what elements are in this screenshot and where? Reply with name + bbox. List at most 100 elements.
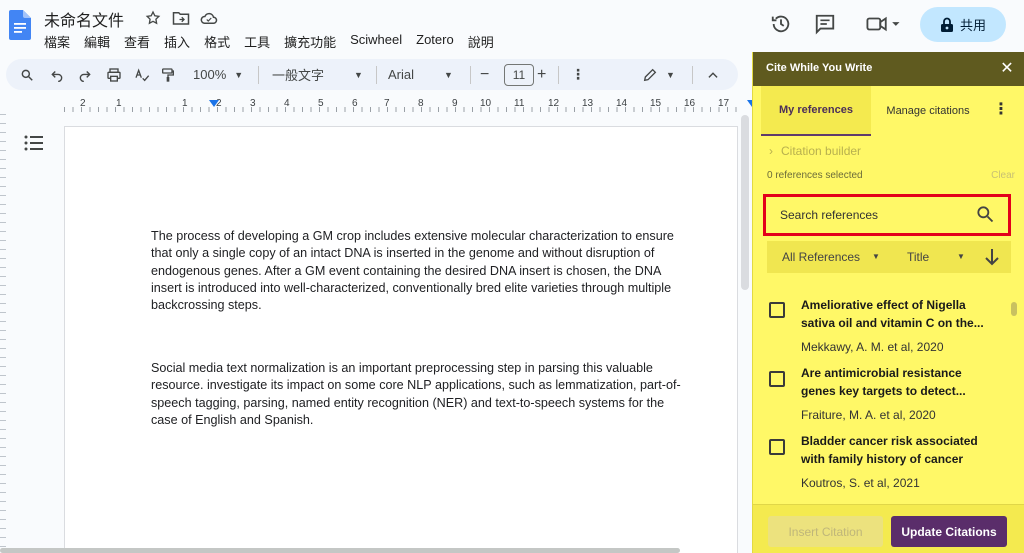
cloud-status-icon[interactable] bbox=[199, 8, 219, 28]
reference-checkbox[interactable] bbox=[769, 371, 785, 387]
print-icon[interactable] bbox=[106, 59, 122, 90]
document-page[interactable]: The process of developing a GM crop incl… bbox=[64, 126, 738, 553]
close-icon[interactable]: ✕ bbox=[997, 58, 1017, 78]
panel-title: Cite While You Write bbox=[766, 62, 873, 74]
ruler-number: 17 bbox=[718, 98, 730, 109]
paint-format-icon[interactable] bbox=[160, 59, 176, 90]
style-value: 一般文字 bbox=[272, 68, 325, 83]
undo-icon[interactable] bbox=[50, 59, 64, 90]
tab-manage-citations[interactable]: Manage citations bbox=[875, 86, 981, 136]
more-vert-icon[interactable]: ⋮ bbox=[991, 100, 1011, 120]
ruler-number: 5 bbox=[318, 98, 324, 109]
search-placeholder: Search references bbox=[780, 208, 879, 222]
formatting-toolbar: 100% ▼ 一般文字 ▼ Arial ▼ − 11 + ⋮ ▼ bbox=[6, 59, 738, 90]
pencil-icon bbox=[643, 68, 657, 81]
panel-scrollbar[interactable] bbox=[1011, 302, 1017, 316]
search-menus-icon[interactable] bbox=[20, 59, 34, 90]
panel-header: Cite While You Write ✕ bbox=[753, 52, 1024, 86]
caret-down-icon: ▼ bbox=[444, 69, 453, 80]
menu-view[interactable]: 查看 bbox=[124, 32, 158, 51]
menu-extensions[interactable]: 擴充功能 bbox=[284, 32, 344, 51]
editing-mode-button[interactable]: ▼ bbox=[642, 59, 675, 90]
ruler-number: 8 bbox=[418, 98, 424, 109]
sort-direction-icon[interactable] bbox=[983, 247, 1001, 267]
meet-video-icon[interactable] bbox=[862, 11, 904, 37]
ruler-number: 1 bbox=[116, 98, 122, 109]
menu-format[interactable]: 格式 bbox=[204, 32, 238, 51]
ruler-number: 4 bbox=[284, 98, 290, 109]
comments-icon[interactable] bbox=[812, 11, 838, 37]
version-history-icon[interactable] bbox=[768, 11, 794, 37]
insert-citation-button[interactable]: Insert Citation bbox=[768, 516, 883, 547]
caret-down-icon[interactable]: ▼ bbox=[957, 252, 965, 261]
move-folder-icon[interactable] bbox=[171, 8, 191, 28]
ruler-number: 2 bbox=[80, 98, 86, 109]
ruler-number: 13 bbox=[582, 98, 594, 109]
more-options-icon[interactable]: ⋮ bbox=[571, 59, 585, 90]
menu-bar: 檔案 編輯 查看 插入 格式 工具 擴充功能 Sciwheel Zotero 說… bbox=[44, 32, 508, 51]
update-citations-button[interactable]: Update Citations bbox=[891, 516, 1007, 547]
increase-font-size-button[interactable]: + bbox=[537, 59, 546, 90]
citation-builder-toggle[interactable]: › Citation builder bbox=[769, 144, 861, 158]
font-select[interactable]: Arial ▼ bbox=[388, 59, 453, 90]
decrease-font-size-button[interactable]: − bbox=[480, 59, 489, 90]
document-horizontal-scrollbar[interactable] bbox=[0, 548, 680, 553]
ruler-number: 11 bbox=[514, 98, 525, 109]
ruler-number: 12 bbox=[548, 98, 560, 109]
filter-bar: All References ▼ Title ▼ bbox=[767, 241, 1011, 273]
document-title[interactable]: 未命名文件 bbox=[44, 7, 124, 31]
vertical-ruler bbox=[0, 114, 6, 553]
ruler-number: 16 bbox=[684, 98, 696, 109]
paragraph-style-select[interactable]: 一般文字 ▼ bbox=[272, 59, 363, 90]
reference-checkbox[interactable] bbox=[769, 439, 785, 455]
docs-logo-icon[interactable] bbox=[9, 10, 31, 40]
selected-count: 0 references selected bbox=[767, 170, 863, 181]
ruler-number: 7 bbox=[384, 98, 390, 109]
font-size-input[interactable]: 11 bbox=[504, 64, 534, 86]
panel-footer: Insert Citation Update Citations bbox=[753, 504, 1024, 553]
share-button[interactable]: 共用 bbox=[920, 7, 1006, 42]
menu-help[interactable]: 說明 bbox=[468, 32, 502, 51]
menu-zotero[interactable]: Zotero bbox=[416, 32, 462, 51]
reference-title[interactable]: Bladder cancer risk associated with fami… bbox=[801, 432, 997, 468]
chevron-right-icon: › bbox=[769, 144, 773, 158]
star-icon[interactable] bbox=[143, 8, 163, 28]
ruler-number: 15 bbox=[650, 98, 662, 109]
menu-file[interactable]: 檔案 bbox=[44, 32, 78, 51]
document-paragraph[interactable]: Social media text normalization is an im… bbox=[151, 360, 691, 429]
horizontal-ruler[interactable]: 2 1 1 2 3 4 5 6 7 8 9 10 11 12 13 14 15 … bbox=[64, 98, 757, 114]
document-paragraph[interactable]: The process of developing a GM crop incl… bbox=[151, 228, 691, 314]
tab-my-references[interactable]: My references bbox=[761, 86, 871, 136]
selection-status: 0 references selected Clear bbox=[767, 170, 1015, 181]
reference-title[interactable]: Ameliorative effect of Nigella sativa oi… bbox=[801, 296, 997, 332]
app-header: 未命名文件 檔案 編輯 查看 插入 格式 工具 擴充功能 Sciwheel Zo… bbox=[0, 0, 1024, 56]
reference-checkbox[interactable] bbox=[769, 302, 785, 318]
menu-sciwheel[interactable]: Sciwheel bbox=[350, 32, 410, 51]
left-indent-marker[interactable] bbox=[209, 100, 219, 107]
caret-down-icon: ▼ bbox=[234, 69, 244, 80]
clear-link[interactable]: Clear bbox=[991, 170, 1015, 181]
caret-down-icon[interactable]: ▼ bbox=[872, 252, 880, 261]
collection-filter[interactable]: All References bbox=[782, 250, 860, 264]
menu-edit[interactable]: 編輯 bbox=[84, 32, 118, 51]
caret-down-icon: ▼ bbox=[666, 69, 675, 80]
ruler-number: 10 bbox=[480, 98, 492, 109]
reference-title[interactable]: Are antimicrobial resistance genes key t… bbox=[801, 364, 997, 400]
spellcheck-icon[interactable] bbox=[134, 59, 150, 90]
document-vertical-scrollbar[interactable] bbox=[741, 115, 749, 290]
ruler-number: 3 bbox=[250, 98, 256, 109]
redo-icon[interactable] bbox=[78, 59, 92, 90]
share-label: 共用 bbox=[959, 18, 986, 33]
zoom-value: 100% bbox=[193, 67, 227, 82]
sort-field-select[interactable]: Title bbox=[907, 250, 929, 264]
hide-menus-icon[interactable] bbox=[706, 59, 720, 90]
menu-tools[interactable]: 工具 bbox=[244, 32, 278, 51]
document-outline-icon[interactable] bbox=[24, 134, 44, 152]
search-icon[interactable] bbox=[975, 204, 995, 224]
ruler-number: 9 bbox=[452, 98, 458, 109]
menu-insert[interactable]: 插入 bbox=[164, 32, 198, 51]
zoom-select[interactable]: 100% ▼ bbox=[193, 59, 243, 90]
ruler-number: 1 bbox=[182, 98, 188, 109]
citation-builder-label: Citation builder bbox=[781, 144, 862, 158]
search-input[interactable]: Search references bbox=[769, 199, 1005, 231]
